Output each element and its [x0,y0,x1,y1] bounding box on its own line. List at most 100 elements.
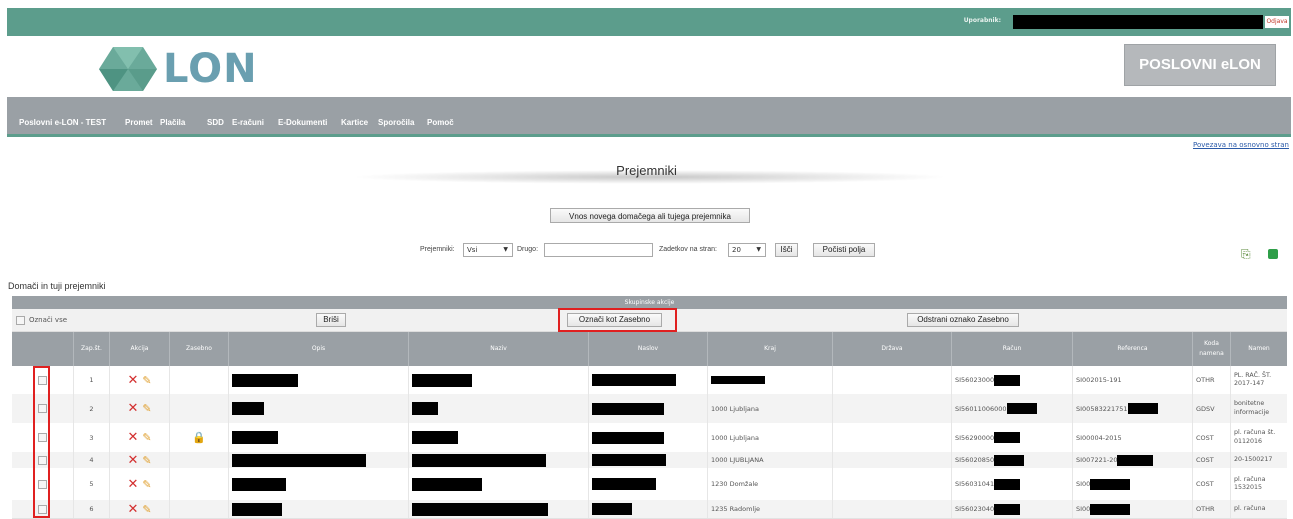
nav-item-sporocila[interactable]: Sporočila [378,118,414,127]
redaction-block [1006,403,1037,414]
col-drzava[interactable]: Država [832,332,951,366]
row-koda: COST [1192,468,1230,500]
row-referenca: SI00 [1072,468,1192,500]
row-namen: pl. računa št. 0112016 [1230,423,1287,452]
row-opis-redacted [228,394,408,423]
lock-icon: 🔒 [192,431,206,444]
row-kraj-text: 1000 LJUBLJANA [711,456,764,464]
redaction-block [592,503,632,515]
row-drzava [832,500,951,518]
delete-icon[interactable]: ✕ [127,477,138,492]
chevron-down-icon: ▼ [503,246,508,253]
row-racun: SI56023040 [951,500,1072,518]
recipients-select[interactable]: Vsi ▼ [463,243,513,257]
col-racun[interactable]: Račun [951,332,1072,366]
row-koda: OTHR [1192,366,1230,394]
other-filter-input[interactable] [544,243,653,257]
delete-icon[interactable]: ✕ [127,453,138,468]
nav-item-e-racuni[interactable]: E-računi [232,118,264,127]
col-koda-namena[interactable]: Koda namena [1192,332,1230,366]
redaction-block [994,478,1021,490]
row-racun-text: SI56290000 [955,433,995,442]
col-naslov[interactable]: Naslov [588,332,707,366]
nav-item-poslovni-elon[interactable]: Poslovni e-LON - TEST [19,118,106,127]
table-row: 4 ✕ ✎ 1000 LJUBLJANA SI56020850 SI007221-20 CO… [12,452,1287,469]
edit-icon[interactable]: ✎ [142,503,151,516]
logout-button[interactable]: Odjava [1265,16,1289,28]
edit-icon[interactable]: ✎ [142,374,151,387]
nav-item-kartice[interactable]: Kartice [341,118,368,127]
unmark-private-button[interactable]: Odstrani oznako Zasebno [907,313,1019,327]
col-referenca[interactable]: Referenca [1072,332,1192,366]
col-kraj[interactable]: Kraj [707,332,832,366]
per-page-select[interactable]: 20 ▼ [728,243,766,257]
edit-icon[interactable]: ✎ [142,478,151,491]
row-private [169,468,228,500]
row-referenca: SI007221-20 [1072,452,1192,468]
select-all-checkbox[interactable] [16,316,25,325]
row-naslov-redacted [588,468,707,500]
col-namen[interactable]: Namen [1230,332,1287,366]
excel-icon[interactable] [1268,249,1278,259]
section-label: Domači in tuji prejemniki [8,281,106,291]
page-title: Prejemniki [616,163,677,178]
row-number: 4 [73,452,109,468]
edit-icon[interactable]: ✎ [142,431,151,444]
row-actions: ✕ ✎ [109,423,169,452]
delete-icon[interactable]: ✕ [127,502,138,517]
clear-fields-button[interactable]: Počisti polja [813,243,875,257]
delete-icon[interactable]: ✕ [127,430,138,445]
redaction-block [412,502,548,516]
search-button[interactable]: Išči [775,243,798,257]
edit-icon[interactable]: ✎ [142,402,151,415]
row-actions: ✕ ✎ [109,452,169,468]
nav-item-pomoc[interactable]: Pomoč [427,118,454,127]
row-kraj-text: 1000 Ljubljana [711,433,759,442]
redaction-block [412,373,472,387]
col-opis[interactable]: Opis [228,332,408,366]
nav-item-placila[interactable]: Plačila [160,118,185,127]
nav-item-promet[interactable]: Promet [125,118,153,127]
row-namen: PL. RAČ. ŠT. 2017-147 [1230,366,1287,394]
row-opis-redacted [228,423,408,452]
row-referenca-text: SI002015-191 [1076,376,1122,384]
redaction-block [592,402,664,415]
delete-button[interactable]: Briši [316,313,346,327]
redaction-block [412,453,546,467]
highlight-mark-private [558,308,677,332]
redaction-block [592,454,666,466]
col-zasebno[interactable]: Zasebno [169,332,228,366]
redaction-block [232,402,264,415]
row-naziv-redacted [408,423,588,452]
table-row: 3 ✕ ✎ 🔒 1000 Ljubljana SI56290000 SI00004-2015… [12,423,1287,453]
col-zap[interactable]: Zap.št. [73,332,109,366]
redaction-block [412,431,458,444]
row-racun: SI56023000 [951,366,1072,394]
row-drzava [832,423,951,452]
home-link[interactable]: Povezava na osnovno stran [1193,141,1289,149]
user-name-redacted [1013,15,1263,29]
delete-icon[interactable]: ✕ [127,401,138,416]
row-private [169,500,228,518]
row-naslov-redacted [588,366,707,394]
redaction-block [994,432,1021,443]
delete-icon[interactable]: ✕ [127,373,138,388]
row-kraj: 1230 Domžale [707,468,832,500]
edit-icon[interactable]: ✎ [142,454,151,467]
lon-logo[interactable]: LON [97,44,267,94]
row-opis-redacted [228,366,408,394]
nav-item-e-dokumenti[interactable]: E-Dokumenti [278,118,327,127]
table-row: 5 ✕ ✎ 1230 Domžale SI56031041 SI00 COST pl. rač… [12,468,1287,501]
nav-item-sdd[interactable]: SDD [207,118,224,127]
row-kraj-text: 1235 Radomlje [711,505,761,513]
add-recipient-button[interactable]: Vnos novega domačega ali tujega prejemni… [550,208,750,223]
redaction-block [994,503,1021,515]
row-private: 🔒 [169,423,228,452]
poslovni-elon-brand: POSLOVNI eLON [1124,44,1276,86]
row-kraj [707,366,832,394]
export-icon[interactable]: ⎘ [1241,247,1251,262]
table-header: Zap.št. Akcija Zasebno Opis Naziv Naslov… [12,332,1287,366]
user-label: Uporabnik: [963,17,1001,24]
col-naziv[interactable]: Naziv [408,332,588,366]
row-koda: OTHR [1192,500,1230,518]
